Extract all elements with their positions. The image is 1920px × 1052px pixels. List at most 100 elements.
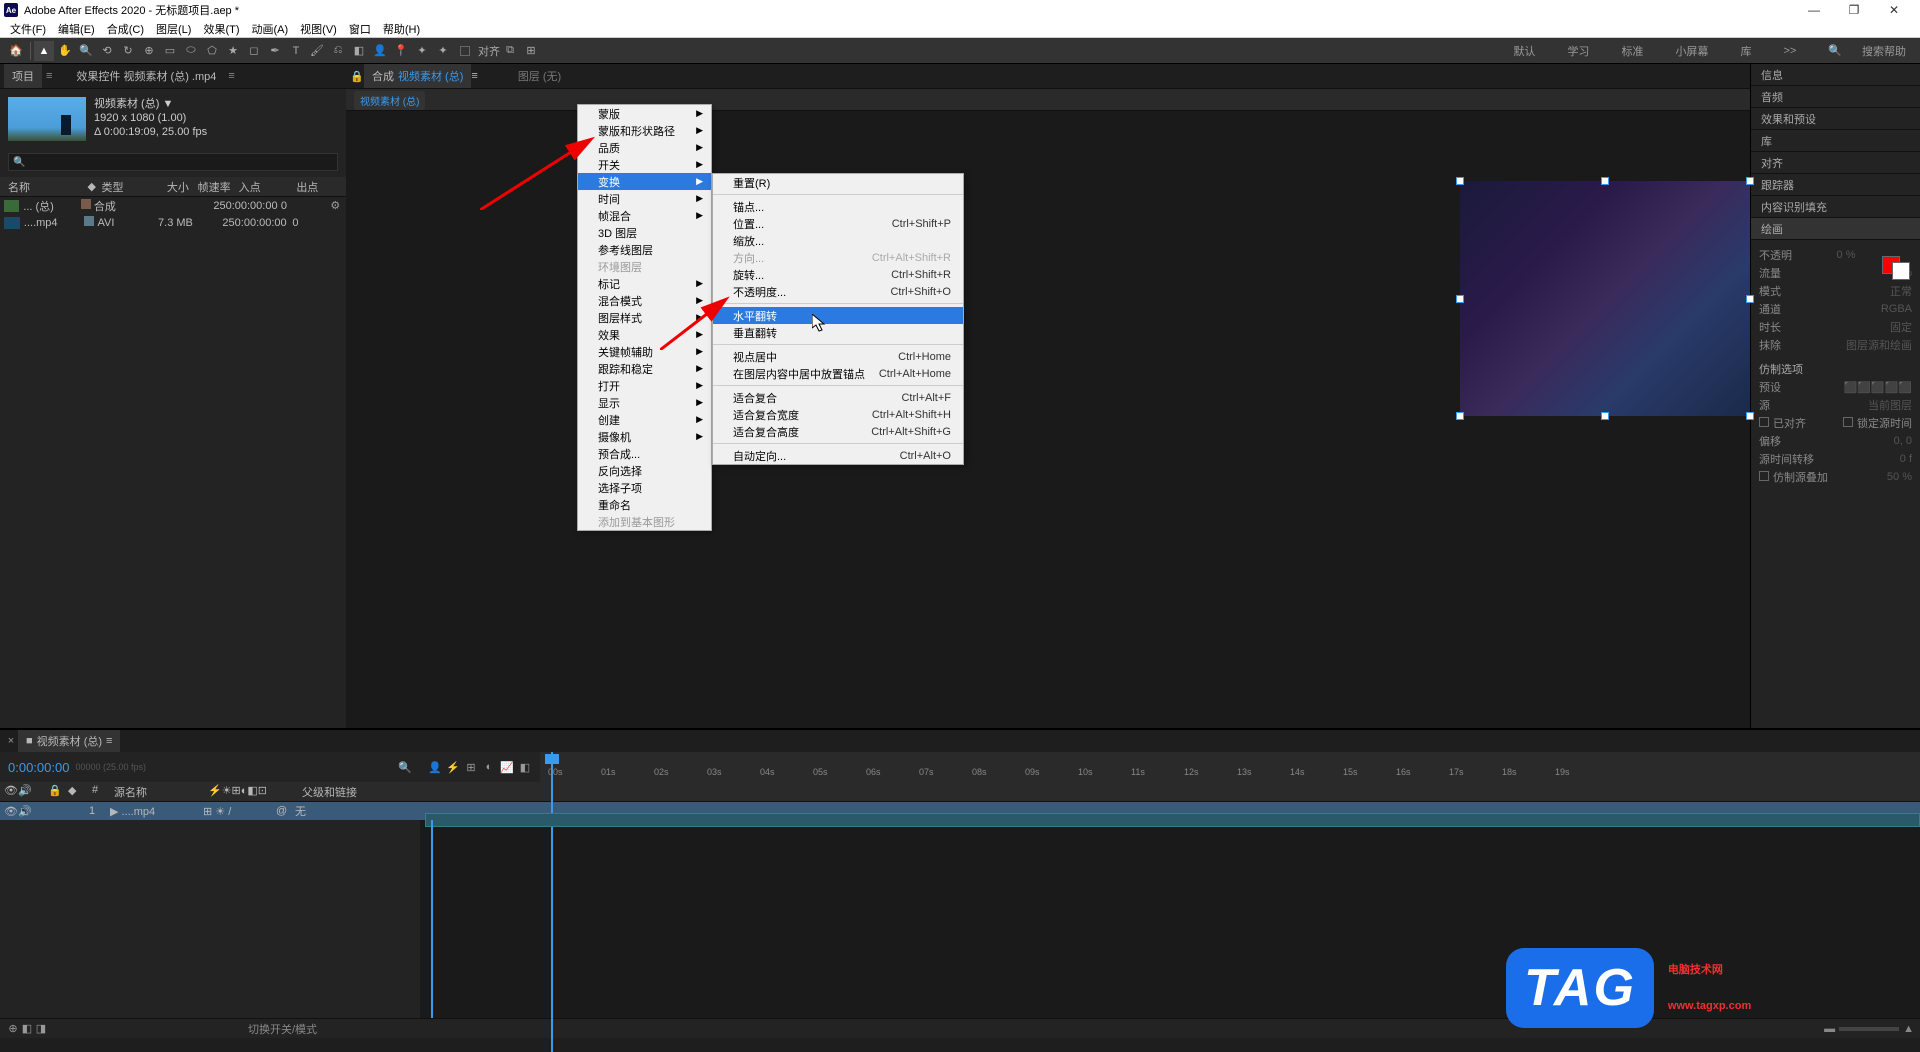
lock-icon[interactable]: 🔒 (350, 69, 364, 83)
search-input[interactable]: 搜索帮助 (1854, 43, 1914, 59)
ctx-kfassist[interactable]: 关键帧辅助▶ (578, 343, 711, 360)
tab-effect-controls[interactable]: 效果控件 视频素材 (总) .mp4 (68, 64, 224, 88)
mode-value[interactable]: 正常 (1890, 283, 1912, 299)
mb-icon[interactable]: ◐ (482, 760, 496, 774)
toggle-icon1[interactable]: ⊕ (6, 1022, 20, 1036)
ctx-frameblend[interactable]: 帧混合▶ (578, 207, 711, 224)
panel-contentaware[interactable]: 内容识别填充 (1751, 196, 1920, 218)
project-row[interactable]: ... (总) 合成 25 0:00:00:00 0 ⚙ (0, 197, 346, 214)
col-out[interactable]: 出点 (292, 179, 342, 195)
maximize-button[interactable]: ❐ (1844, 2, 1864, 18)
channel-value[interactable]: RGBA (1881, 303, 1912, 315)
parent-dropdown[interactable]: 无 (295, 803, 375, 819)
panel-menu-icon[interactable]: ≡ (46, 70, 52, 82)
home-tool[interactable]: 🏠 (6, 41, 26, 61)
ctx-3d[interactable]: 3D 图层 (578, 224, 711, 241)
layer-tab[interactable]: 图层 (无) (518, 68, 561, 84)
workspace-library[interactable]: 库 (1732, 43, 1759, 59)
ctx-precomp[interactable]: 预合成... (578, 445, 711, 462)
ctx-selchild[interactable]: 选择子项 (578, 479, 711, 496)
col-size[interactable]: 大小 (145, 179, 193, 195)
selection-tool[interactable]: ▲ (34, 41, 54, 61)
source-value[interactable]: 当前图层 (1868, 397, 1912, 413)
timeline-tab[interactable]: ■ 视频素材 (总) ≡ (18, 730, 120, 752)
layer-preview[interactable] (1460, 181, 1750, 416)
timecode[interactable]: 0:00:00:00 (8, 760, 69, 775)
ctx-marker[interactable]: 标记▶ (578, 275, 711, 292)
col-in[interactable]: 入点 (235, 179, 293, 195)
menu-animation[interactable]: 动画(A) (246, 21, 295, 37)
layer-switches[interactable]: ⊞ ☀ / (203, 805, 273, 818)
workspace-small[interactable]: 小屏幕 (1667, 43, 1716, 59)
menu-help[interactable]: 帮助(H) (377, 21, 426, 37)
rect-tool[interactable]: ▭ (160, 41, 180, 61)
comp-tab[interactable]: 合成 视频素材 (总) (364, 64, 471, 88)
srctime-value[interactable]: 0 f (1900, 453, 1912, 465)
aligned-checkbox[interactable] (1759, 417, 1769, 427)
project-row[interactable]: ....mp4 AVI 7.3 MB 25 0:00:00:00 0 (0, 214, 346, 231)
col-name[interactable]: 名称 (4, 179, 83, 195)
menu-file[interactable]: 文件(F) (4, 21, 52, 37)
ctx-layerstyle[interactable]: 图层样式▶ (578, 309, 711, 326)
ctx-reveal[interactable]: 显示▶ (578, 394, 711, 411)
handle-br[interactable] (1746, 412, 1754, 420)
ctx-position[interactable]: 位置...Ctrl+Shift+P (713, 215, 963, 232)
panel-menu-icon[interactable]: ≡ (471, 70, 477, 82)
ctx-reset[interactable]: 重置(R) (713, 174, 963, 191)
snap-icon[interactable]: ⧉ (500, 41, 520, 61)
ctx-autoorient[interactable]: 自动定向...Ctrl+Alt+O (713, 447, 963, 464)
menu-layer[interactable]: 图层(L) (150, 21, 197, 37)
workspace-standard[interactable]: 标准 (1613, 43, 1651, 59)
col-fps[interactable]: 帧速率 (193, 179, 235, 195)
graph-icon[interactable]: 📈 (500, 760, 514, 774)
panel-tracker[interactable]: 跟踪器 (1751, 174, 1920, 196)
panel-menu-icon2[interactable]: ≡ (228, 70, 234, 82)
close-icon[interactable]: × (4, 734, 18, 748)
minimize-button[interactable]: — (1804, 2, 1824, 18)
puppet-tool[interactable]: 📍 (391, 41, 411, 61)
panel-presets[interactable]: 效果和预设 (1751, 108, 1920, 130)
ctx-effect[interactable]: 效果▶ (578, 326, 711, 343)
timeline-layer-row[interactable]: 👁🔊 1 ▶ ....mp4 ⊞ ☀ / @ 无 (0, 802, 1920, 820)
ctx-transform[interactable]: 变换▶ (578, 173, 711, 190)
handle-l[interactable] (1456, 295, 1464, 303)
ctx-mask[interactable]: 蒙版▶ (578, 105, 711, 122)
ctx-time[interactable]: 时间▶ (578, 190, 711, 207)
ctx-invertsel[interactable]: 反向选择 (578, 462, 711, 479)
pen-tool[interactable]: ✒ (265, 41, 285, 61)
bg-swatch[interactable] (1892, 262, 1910, 280)
shape-tool[interactable]: ◻ (244, 41, 264, 61)
toggle-icon3[interactable]: ◨ (34, 1022, 48, 1036)
parent-col[interactable]: 父级和链接 (302, 784, 382, 800)
ctx-rotation[interactable]: 旋转...Ctrl+Shift+R (713, 266, 963, 283)
layer-name[interactable]: ▶ ....mp4 (110, 805, 200, 818)
ctx-create[interactable]: 创建▶ (578, 411, 711, 428)
erase-value[interactable]: 图层源和绘画 (1846, 337, 1912, 353)
workspace-more[interactable]: >> (1775, 45, 1804, 57)
switches-modes-toggle[interactable]: 切换开关/模式 (248, 1021, 317, 1037)
workspace-default[interactable]: 默认 (1505, 43, 1543, 59)
source-col[interactable]: 源名称 (114, 784, 204, 800)
av-toggle[interactable]: 👁🔊 (4, 805, 44, 818)
ctx-rename[interactable]: 重命名 (578, 496, 711, 513)
ctx-centerview[interactable]: 视点居中Ctrl+Home (713, 348, 963, 365)
project-search[interactable]: 🔍 (8, 153, 338, 171)
ctx-fitheight[interactable]: 适合复合高度Ctrl+Alt+Shift+G (713, 423, 963, 440)
handle-r[interactable] (1746, 295, 1754, 303)
ctx-switches[interactable]: 开关▶ (578, 156, 711, 173)
workspace-learn[interactable]: 学习 (1559, 43, 1597, 59)
ctx-scale[interactable]: 缩放... (713, 232, 963, 249)
ctx-fliph[interactable]: 水平翻转 (713, 307, 963, 324)
ctx-anchor[interactable]: 锚点... (713, 198, 963, 215)
menu-edit[interactable]: 编辑(E) (52, 21, 101, 37)
pickwhip-icon[interactable]: @ (276, 805, 292, 817)
panel-paint[interactable]: 绘画 (1751, 218, 1920, 240)
star-tool[interactable]: ★ (223, 41, 243, 61)
ctx-open[interactable]: 打开▶ (578, 377, 711, 394)
hand-tool[interactable]: ✋ (55, 41, 75, 61)
breadcrumb-comp[interactable]: 视频素材 (总) (354, 91, 425, 110)
panel-audio[interactable]: 音频 (1751, 86, 1920, 108)
extra-tool2[interactable]: ✦ (433, 41, 453, 61)
dopey-icon[interactable]: ◧ (518, 760, 532, 774)
locksrc-checkbox[interactable] (1843, 417, 1853, 427)
